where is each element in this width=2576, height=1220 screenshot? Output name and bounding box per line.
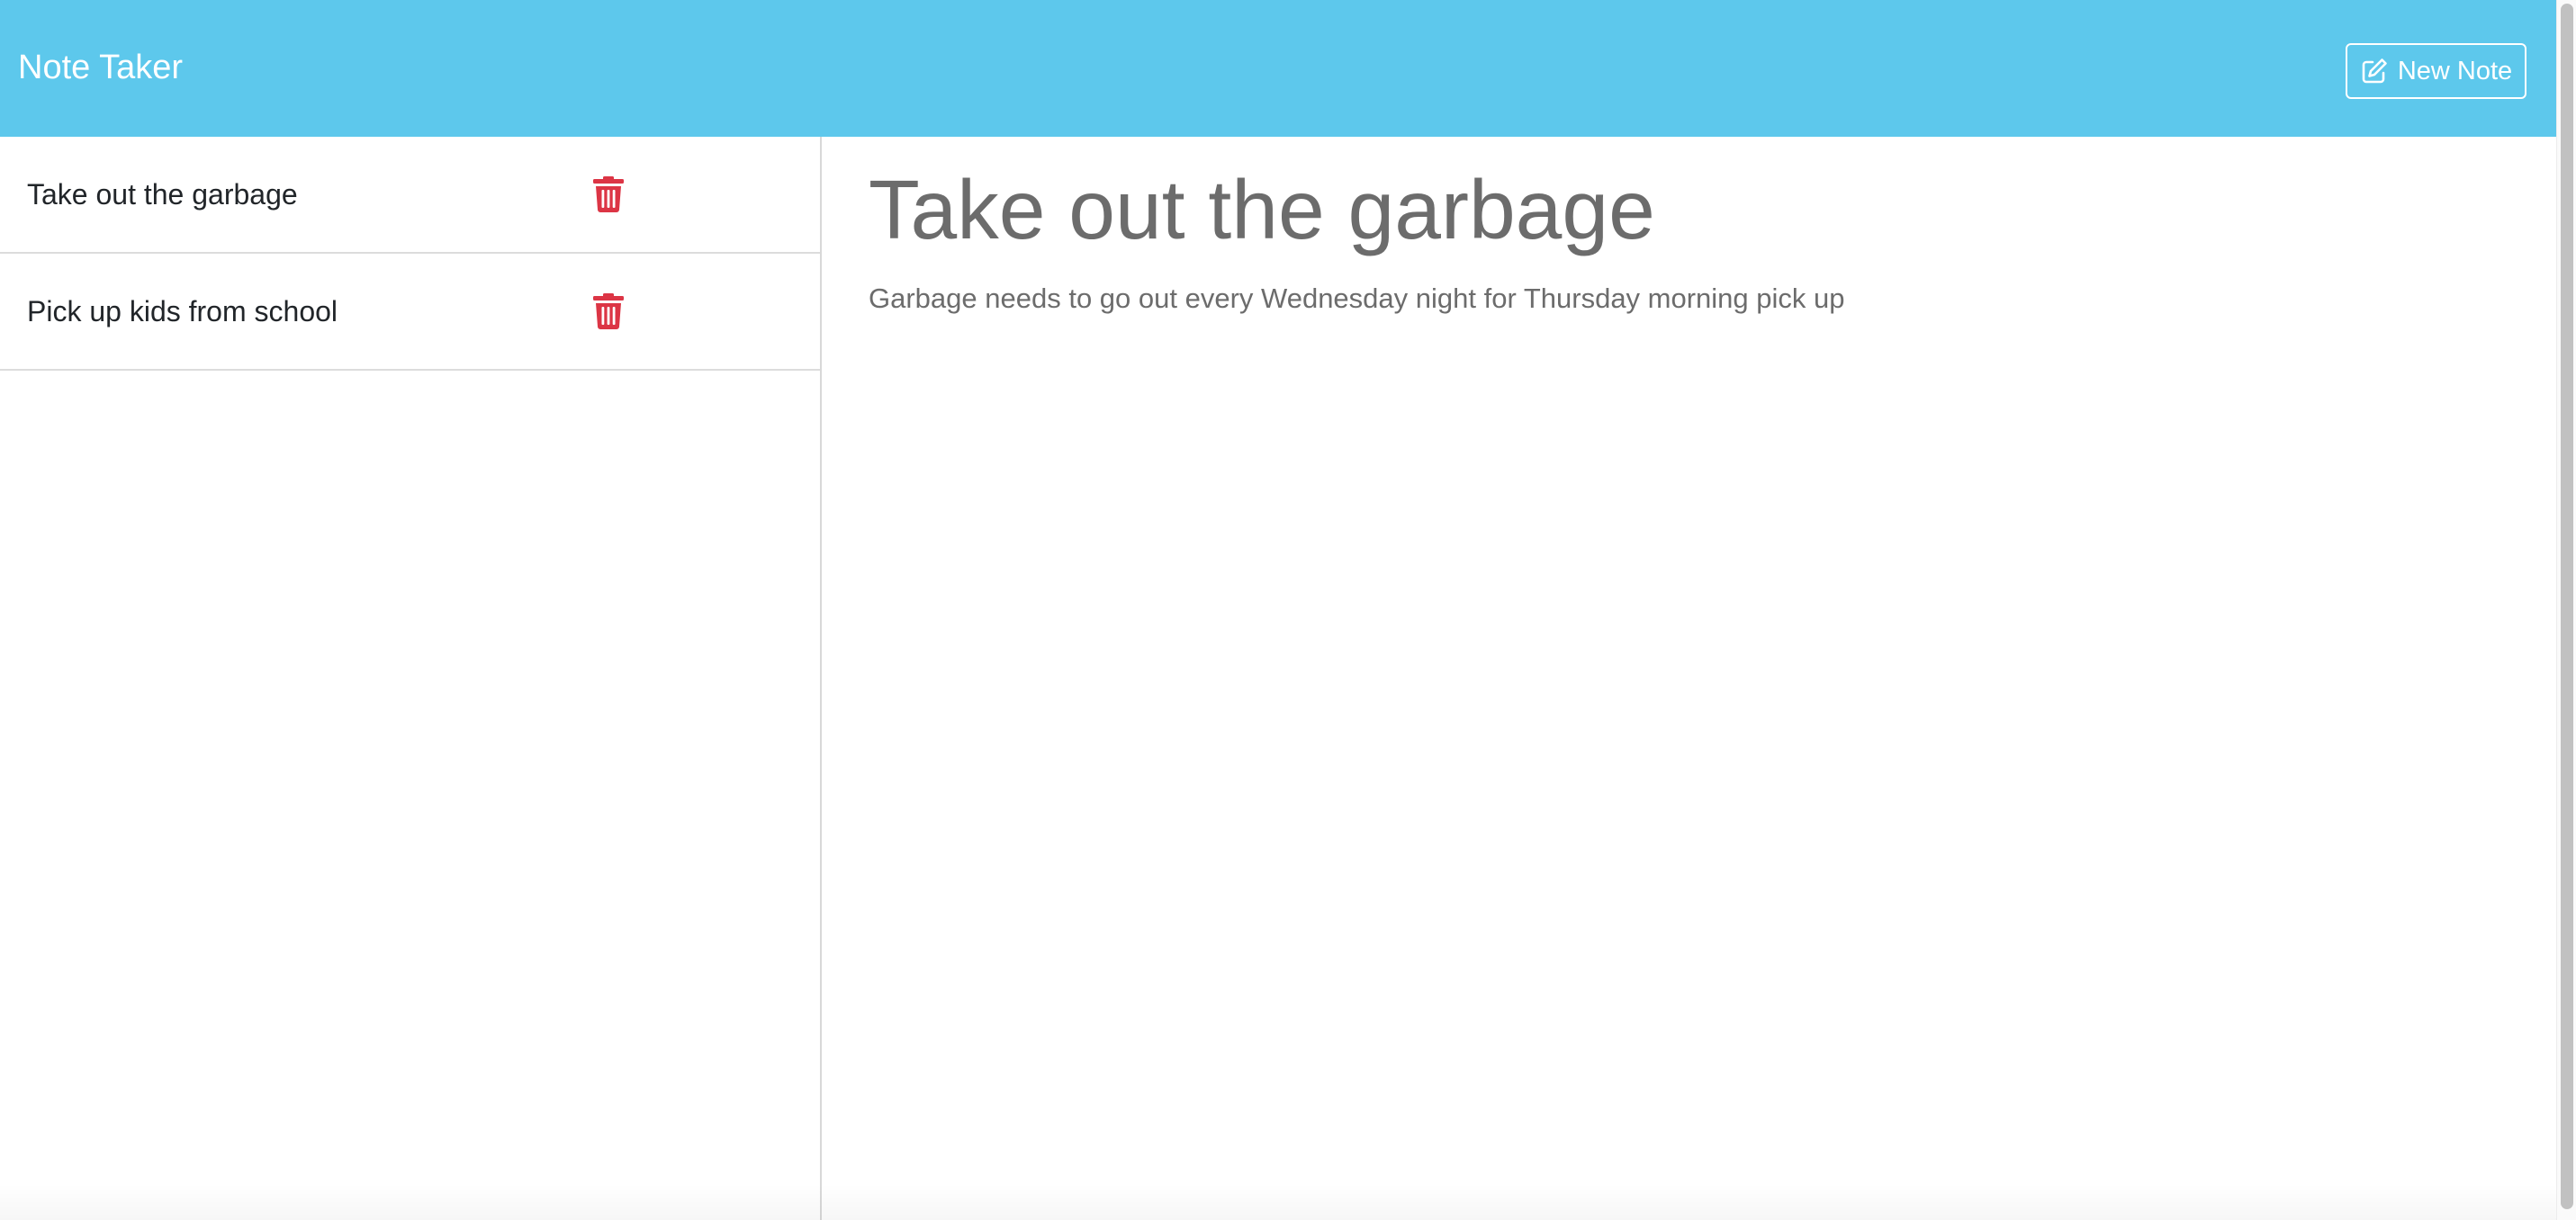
list-item[interactable]: Pick up kids from school: [0, 254, 820, 371]
trash-icon: [593, 293, 624, 329]
note-title-input[interactable]: [869, 160, 2489, 259]
trash-icon: [593, 176, 624, 212]
note-item-title[interactable]: Pick up kids from school: [27, 295, 338, 328]
new-note-button[interactable]: New Note: [2346, 43, 2526, 99]
note-text-area[interactable]: Garbage needs to go out every Wednesday …: [869, 279, 2489, 1089]
note-list: Take out the garbage Pick up kids from s…: [0, 137, 820, 371]
pen-to-square-icon: [2360, 57, 2389, 85]
scrollbar-thumb[interactable]: [2561, 4, 2573, 1209]
delete-note-button[interactable]: [590, 175, 626, 214]
navbar: Note Taker New Note: [0, 0, 2556, 137]
new-note-label: New Note: [2397, 56, 2513, 85]
list-item[interactable]: Take out the garbage: [0, 137, 820, 254]
note-editor: Garbage needs to go out every Wednesday …: [822, 137, 2556, 1220]
note-item-title[interactable]: Take out the garbage: [27, 178, 298, 211]
delete-note-button[interactable]: [590, 292, 626, 331]
page-scrollbar[interactable]: [2556, 0, 2576, 1220]
brand-title[interactable]: Note Taker: [18, 45, 183, 90]
notes-sidebar: Take out the garbage Pick up kids from s…: [0, 137, 822, 1220]
note-taker-app: Note Taker New Note Take out the garbage: [0, 0, 2576, 1220]
